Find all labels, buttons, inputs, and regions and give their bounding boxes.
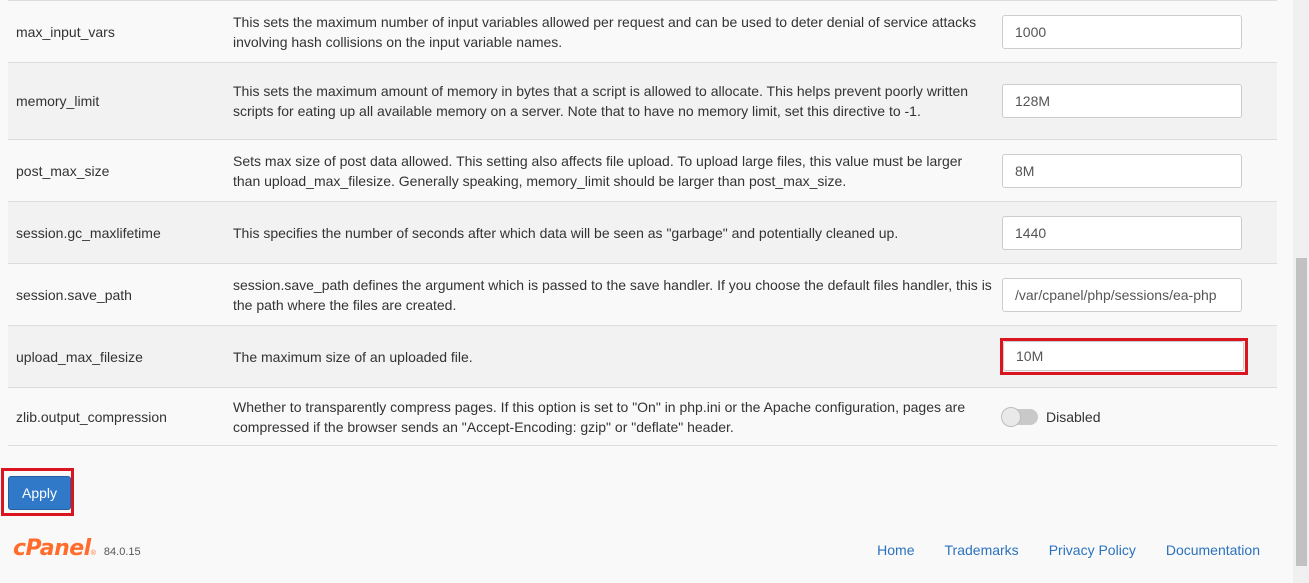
zlib-toggle-wrap: Disabled [1001, 406, 1277, 427]
php-options-page: max_input_vars This sets the maximum num… [0, 0, 1293, 583]
upload-max-filesize-highlight [1000, 338, 1248, 375]
toggle-knob [1001, 406, 1021, 427]
session-gc-maxlifetime-input[interactable] [1002, 215, 1242, 250]
setting-value-cell [1002, 215, 1277, 250]
setting-description: This sets the maximum amount of memory i… [233, 83, 969, 119]
setting-description: This sets the maximum number of input va… [233, 13, 977, 50]
setting-description: Sets max size of post data allowed. This… [233, 152, 963, 189]
setting-name: upload_max_filesize [16, 348, 143, 365]
setting-name: max_input_vars [16, 23, 115, 40]
setting-description: session.save_path defines the argument w… [233, 276, 992, 313]
toggle-state-label: Disabled [1046, 408, 1101, 425]
setting-name: post_max_size [16, 162, 110, 179]
setting-name: session.gc_maxlifetime [16, 224, 161, 241]
max-input-vars-input[interactable] [1002, 14, 1242, 49]
setting-row-memory-limit: memory_limit This sets the maximum amoun… [8, 63, 1277, 140]
memory-limit-input[interactable] [1002, 84, 1242, 118]
setting-name: memory_limit [16, 93, 100, 109]
setting-description: Whether to transparently compress pages.… [233, 398, 966, 435]
footer-link-documentation[interactable]: Documentation [1166, 542, 1260, 558]
setting-row-session-save-path: session.save_path session.save_path defi… [8, 264, 1277, 326]
registered-mark: ® [90, 550, 96, 557]
cpanel-logo-text: cPanel [13, 536, 91, 561]
post-max-size-input[interactable] [1002, 153, 1242, 188]
session-save-path-input[interactable] [1002, 277, 1242, 312]
setting-row-post-max-size: post_max_size Sets max size of post data… [8, 140, 1277, 202]
apply-button[interactable]: Apply [8, 476, 71, 510]
setting-description: The maximum size of an uploaded file. [233, 348, 473, 365]
setting-row-zlib-output-compression: zlib.output_compression Whether to trans… [8, 388, 1277, 446]
footer-links: Home Trademarks Privacy Policy Documenta… [847, 542, 1260, 558]
setting-value-cell [1002, 84, 1277, 118]
upload-max-filesize-input[interactable] [1003, 341, 1244, 371]
setting-value-cell [1002, 153, 1277, 188]
setting-value-cell [1000, 338, 1277, 375]
settings-table: max_input_vars This sets the maximum num… [8, 0, 1277, 446]
setting-value-cell [1002, 277, 1277, 312]
cpanel-logo[interactable]: cPanel ® 84.0.15 [13, 536, 141, 561]
setting-row-upload-max-filesize: upload_max_filesize The maximum size of … [8, 326, 1277, 388]
footer-link-trademarks[interactable]: Trademarks [945, 542, 1019, 558]
footer-link-home[interactable]: Home [877, 542, 914, 558]
footer-link-privacy-policy[interactable]: Privacy Policy [1049, 542, 1136, 558]
setting-value-cell: Disabled [1001, 406, 1277, 427]
scrollbar-thumb[interactable] [1296, 258, 1307, 566]
setting-value-cell [1002, 14, 1277, 49]
setting-name: zlib.output_compression [16, 408, 167, 425]
setting-name: session.save_path [16, 286, 132, 303]
setting-row-session-gc-maxlifetime: session.gc_maxlifetime This specifies th… [8, 202, 1277, 264]
vertical-scrollbar[interactable] [1293, 0, 1309, 583]
setting-description: This specifies the number of seconds aft… [233, 224, 899, 241]
version-label: 84.0.15 [103, 546, 141, 558]
zlib-output-compression-toggle[interactable] [1001, 406, 1038, 427]
setting-row-max-input-vars: max_input_vars This sets the maximum num… [8, 1, 1277, 63]
